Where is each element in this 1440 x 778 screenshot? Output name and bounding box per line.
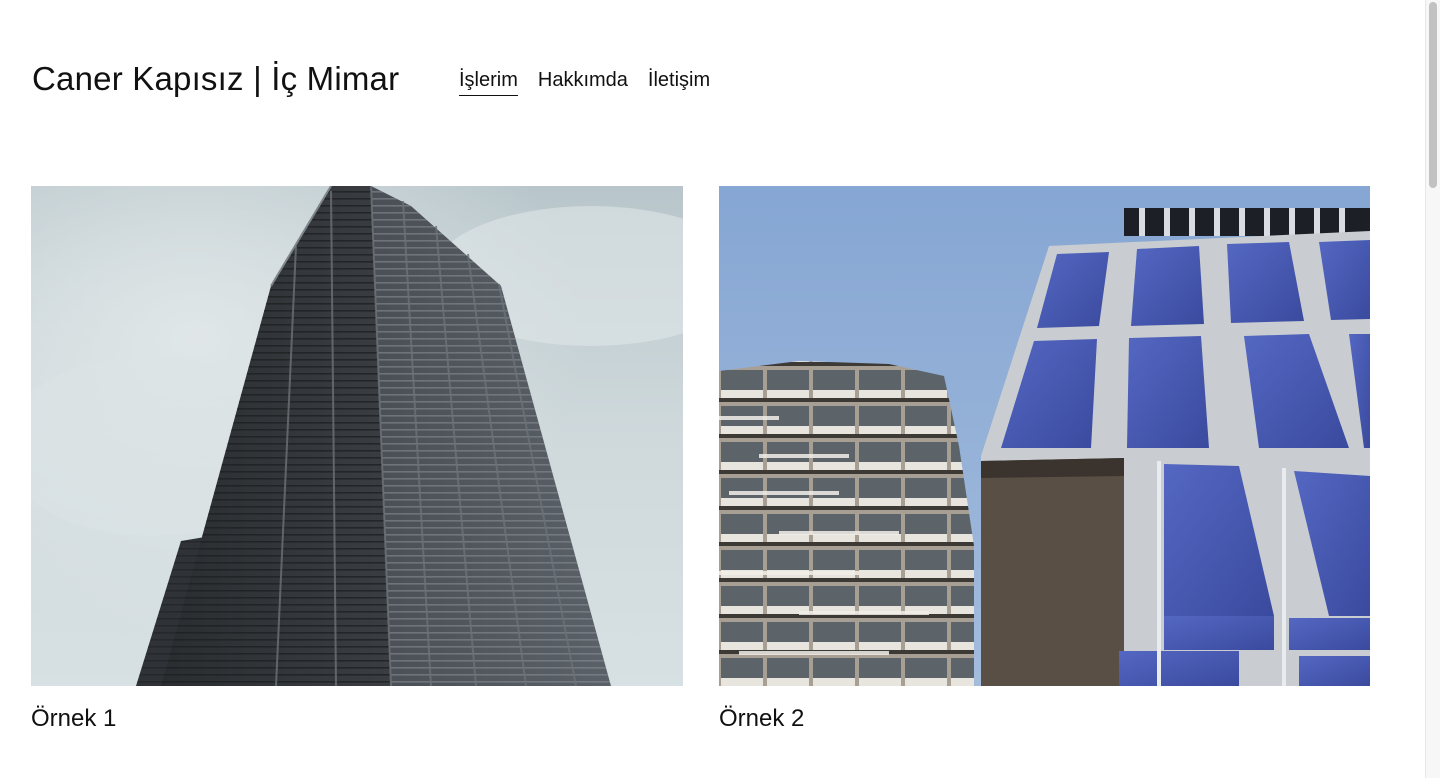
vertical-scrollbar[interactable]: [1425, 0, 1440, 778]
nav-link-islerim[interactable]: İşlerim: [459, 66, 518, 96]
site-header: Caner Kapısız | İç Mimar: [32, 54, 399, 104]
project-caption[interactable]: Örnek 2: [719, 703, 1370, 735]
project-image-dark-tower[interactable]: [31, 186, 683, 686]
project-card[interactable]: Örnek 2: [719, 186, 1370, 735]
main-nav: İşlerim Hakkımda İletişim: [459, 66, 710, 96]
project-gallery: Örnek 1 Örnek 2: [31, 186, 1370, 735]
site-title-link[interactable]: Caner Kapısız | İç Mimar: [32, 57, 399, 101]
page: Caner Kapısız | İç Mimar İşlerim Hakkımd…: [0, 0, 1440, 778]
project-caption[interactable]: Örnek 1: [31, 703, 683, 735]
nav-link-iletisim[interactable]: İletişim: [648, 66, 710, 96]
scrollbar-thumb[interactable]: [1429, 2, 1437, 188]
nav-link-hakkimda[interactable]: Hakkımda: [538, 66, 628, 96]
project-card[interactable]: Örnek 1: [31, 186, 683, 735]
project-image-glass-facade[interactable]: [719, 186, 1370, 686]
